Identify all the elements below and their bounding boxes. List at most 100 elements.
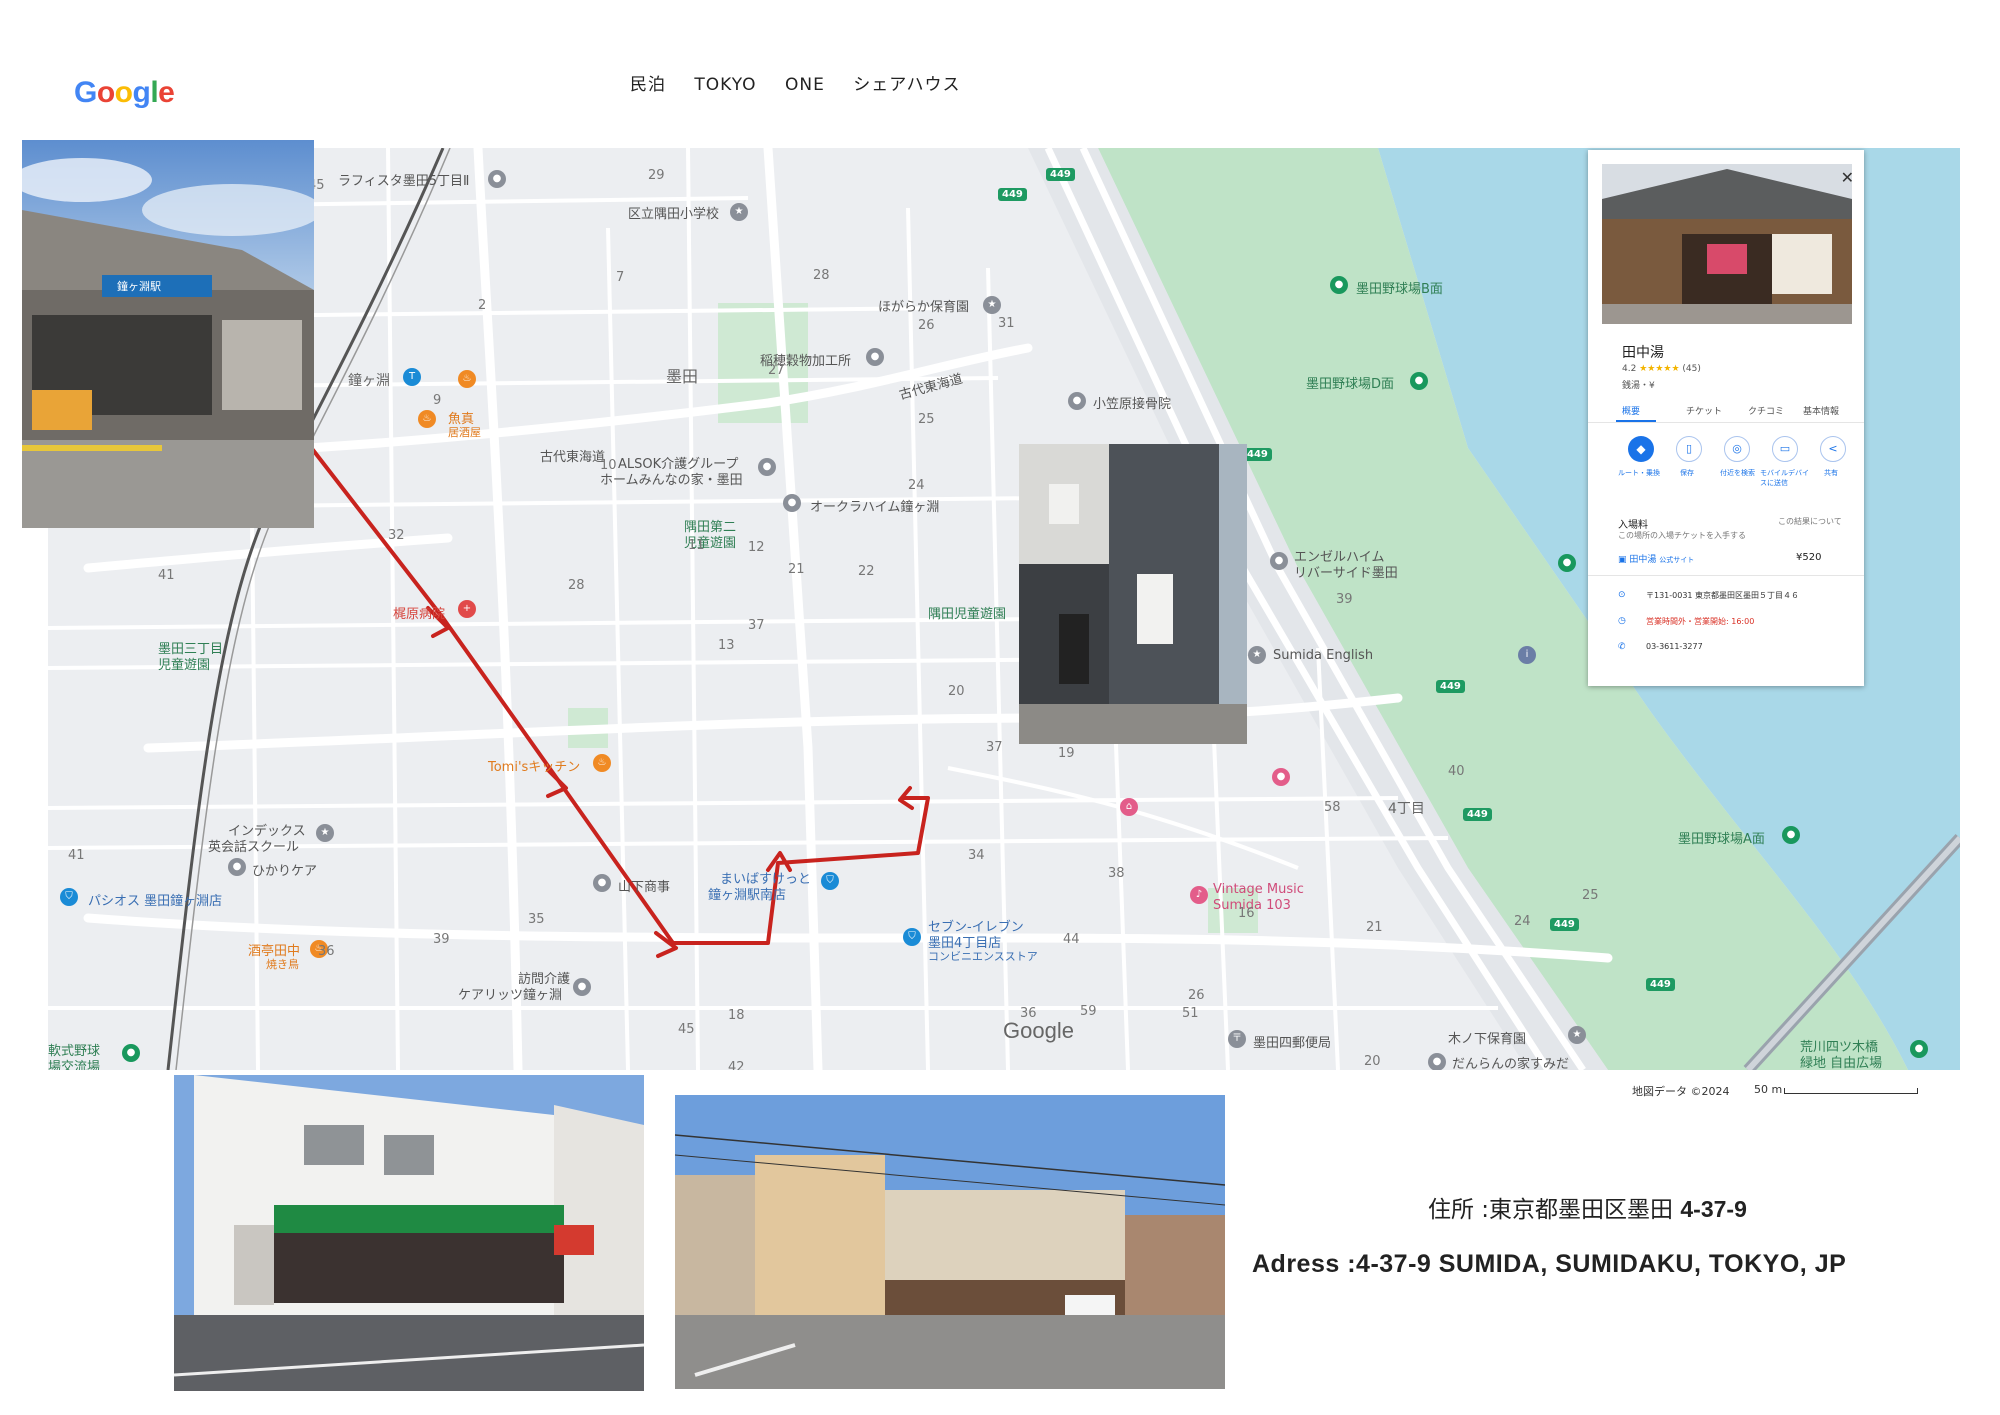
park-icon[interactable]: ● bbox=[1910, 1040, 1928, 1058]
care-icon[interactable]: ● bbox=[573, 978, 591, 996]
route-shield: 449 bbox=[1046, 168, 1075, 181]
map-label: Vintage Music bbox=[1213, 882, 1304, 897]
block-number: 34 bbox=[968, 848, 985, 863]
station-photo: 鐘ヶ淵駅 bbox=[22, 140, 314, 528]
block-number: 16 bbox=[1238, 906, 1255, 921]
route-shield: 449 bbox=[998, 188, 1027, 201]
nursery-icon[interactable]: ★ bbox=[1568, 1026, 1586, 1044]
block-number: 12 bbox=[748, 540, 765, 555]
tab-tickets[interactable]: チケット bbox=[1686, 404, 1722, 417]
destination-icon[interactable]: ⌂ bbox=[1120, 798, 1138, 816]
phone-number[interactable]: 03-3611-3277 bbox=[1646, 642, 1703, 651]
ballpark-icon[interactable]: ● bbox=[1558, 554, 1576, 572]
block-number: 19 bbox=[1058, 746, 1075, 761]
title-part: 民泊 bbox=[630, 75, 666, 95]
block-number: 40 bbox=[1448, 764, 1465, 779]
address-jp-label: 住所 :東京都墨田区墨田 bbox=[1428, 1197, 1681, 1223]
share-button[interactable]: 共有 bbox=[1824, 468, 1838, 478]
apartment-icon[interactable]: ● bbox=[1270, 552, 1288, 570]
music-icon[interactable]: ♪ bbox=[1190, 886, 1208, 904]
place-address[interactable]: 〒131-0031 東京都墨田区墨田５丁目４６ bbox=[1646, 590, 1799, 601]
ticket-icon: ▣ bbox=[1618, 555, 1630, 565]
map-label: 山下商事 bbox=[618, 880, 671, 895]
opening-hours[interactable]: 営業時間外・営業開始: 16:00 bbox=[1646, 616, 1754, 627]
shopping-icon[interactable]: ⛉ bbox=[821, 872, 839, 890]
hospital-icon[interactable]: + bbox=[458, 600, 476, 618]
block-number: 22 bbox=[858, 564, 875, 579]
ticket-price[interactable]: ¥520 bbox=[1796, 552, 1821, 563]
block-number: 28 bbox=[813, 268, 830, 283]
rating-row: 4.2 ★★★★★ (45) bbox=[1622, 364, 1701, 374]
block-number: 18 bbox=[728, 1008, 745, 1023]
map-label: 墨田四郵便局 bbox=[1253, 1036, 1332, 1051]
care-icon[interactable]: ● bbox=[228, 858, 246, 876]
phone-icon: ✆ bbox=[1618, 642, 1626, 652]
close-icon[interactable]: ✕ bbox=[1841, 168, 1854, 187]
block-number: 59 bbox=[1080, 1004, 1097, 1019]
block-number: 51 bbox=[1182, 1006, 1199, 1021]
block-number: 26 bbox=[918, 318, 935, 333]
train-station-icon[interactable]: T bbox=[403, 368, 421, 386]
ballpark-icon[interactable]: ● bbox=[1330, 276, 1348, 294]
info-icon[interactable]: i bbox=[1518, 646, 1536, 664]
nursery-icon[interactable]: ★ bbox=[983, 296, 1001, 314]
send-to-phone-button[interactable]: モバイルデバイスに送信 bbox=[1760, 468, 1810, 488]
restaurant-icon[interactable]: ♨ bbox=[593, 754, 611, 772]
send-to-phone-icon[interactable]: ▭ bbox=[1772, 436, 1798, 462]
care-home-icon[interactable]: ● bbox=[758, 458, 776, 476]
shop-icon[interactable]: ● bbox=[1272, 768, 1290, 786]
restaurant-icon[interactable]: ♨ bbox=[458, 370, 476, 388]
convenience-store-photo bbox=[675, 1095, 1225, 1389]
shopping-icon[interactable]: ⛉ bbox=[60, 888, 78, 906]
school-icon[interactable]: ★ bbox=[730, 203, 748, 221]
directions-icon[interactable]: ◆ bbox=[1628, 436, 1654, 462]
map-label: コンビニエンスストア bbox=[928, 950, 1038, 963]
directions-button[interactable]: ルート・乗換 bbox=[1618, 468, 1660, 478]
save-button[interactable]: 保存 bbox=[1680, 468, 1694, 478]
apartment-icon[interactable]: ● bbox=[783, 494, 801, 512]
save-icon[interactable]: ▯ bbox=[1676, 436, 1702, 462]
review-count[interactable]: (45) bbox=[1682, 364, 1700, 374]
tab-overview[interactable]: 概要 bbox=[1622, 404, 1640, 417]
ticket-vendor-link[interactable]: ▣ 田中湯 公式サイト bbox=[1618, 552, 1694, 565]
block-number: 39 bbox=[1336, 592, 1353, 607]
supermarket-photo bbox=[174, 1075, 644, 1391]
title-part: シェアハウス bbox=[853, 75, 961, 95]
building-icon[interactable]: ● bbox=[488, 170, 506, 188]
map-label: Sumida English bbox=[1273, 648, 1374, 663]
divider bbox=[1588, 422, 1864, 423]
route-shield: 449 bbox=[1243, 448, 1272, 461]
location-pin-icon: ⊙ bbox=[1618, 590, 1626, 600]
ticket-note[interactable]: この結果について bbox=[1778, 516, 1842, 527]
block-number: 42 bbox=[728, 1060, 745, 1070]
office-icon[interactable]: ● bbox=[593, 874, 611, 892]
ballpark-icon[interactable]: ● bbox=[1410, 372, 1428, 390]
tab-about[interactable]: 基本情報 bbox=[1803, 404, 1839, 417]
post-office-icon[interactable]: 〒 bbox=[1228, 1030, 1246, 1048]
care-icon[interactable]: ● bbox=[1428, 1053, 1446, 1070]
title-part: TOKYO bbox=[694, 75, 757, 95]
school-icon[interactable]: ★ bbox=[316, 824, 334, 842]
map-label: オークラハイム鐘ヶ淵 bbox=[810, 500, 940, 515]
place-details-panel[interactable]: ✕ 田中湯 4.2 ★★★★★ (45) 銭湯・¥ 概要 チケット クチコミ 基… bbox=[1588, 150, 1864, 686]
share-icon[interactable]: < bbox=[1820, 436, 1846, 462]
block-number: 28 bbox=[568, 578, 585, 593]
block-number: 31 bbox=[998, 316, 1015, 331]
school-icon[interactable]: ★ bbox=[1248, 646, 1266, 664]
block-number: 25 bbox=[918, 412, 935, 427]
factory-icon[interactable]: ● bbox=[866, 348, 884, 366]
nearby-button[interactable]: 付近を検索 bbox=[1720, 468, 1755, 478]
ballpark-icon[interactable]: ● bbox=[122, 1044, 140, 1062]
convenience-store-icon[interactable]: ⛉ bbox=[903, 928, 921, 946]
tab-reviews[interactable]: クチコミ bbox=[1748, 404, 1784, 417]
map-label: 鐘ヶ淵駅南店 bbox=[708, 888, 787, 903]
block-number: 7 bbox=[616, 270, 625, 285]
clinic-icon[interactable]: ● bbox=[1068, 392, 1086, 410]
nearby-icon[interactable]: ◎ bbox=[1724, 436, 1750, 462]
ballpark-icon[interactable]: ● bbox=[1782, 826, 1800, 844]
title-part: ONE bbox=[784, 75, 825, 95]
restaurant-icon[interactable]: ♨ bbox=[418, 410, 436, 428]
map-label: ひかりケア bbox=[252, 864, 318, 879]
map-label: 墨田野球場D面 bbox=[1306, 377, 1395, 392]
logo-letter: e bbox=[158, 76, 175, 109]
